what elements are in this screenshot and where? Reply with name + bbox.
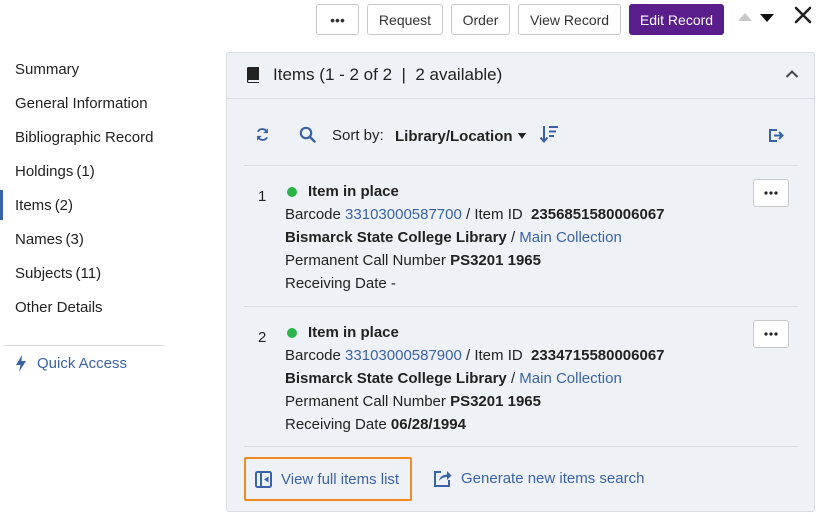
- previous-record-arrow-icon[interactable]: [738, 13, 752, 21]
- sidebar-item-other-details[interactable]: Other Details: [0, 290, 165, 324]
- generate-new-items-search-link[interactable]: Generate new items search: [433, 469, 644, 488]
- quick-access-label: Quick Access: [37, 355, 128, 372]
- list-item: 2 Item in place Barcode 33103000587900 /…: [227, 309, 814, 439]
- barcode-label: Barcode: [285, 347, 341, 364]
- sidebar-item-bibliographic-record[interactable]: Bibliographic Record: [0, 120, 165, 154]
- chevron-down-icon[interactable]: [518, 133, 526, 139]
- sidebar-item-label: Items: [15, 196, 52, 214]
- item-call-number-line: Permanent Call Number PS3201 1965: [285, 252, 541, 269]
- divider: [244, 446, 798, 447]
- sidebar-item-label: Summary: [15, 60, 80, 78]
- call-number-label: Permanent Call Number: [285, 393, 446, 410]
- item-id-label: / Item ID: [466, 347, 523, 364]
- item-receiving-line: Receiving Date -: [285, 275, 396, 292]
- location-link[interactable]: Main Collection: [519, 370, 622, 387]
- request-button[interactable]: Request: [367, 4, 443, 35]
- sidebar-item-subjects[interactable]: Subjects (11): [0, 256, 165, 290]
- items-toolbar: Sort by: Library/Location: [227, 113, 814, 157]
- barcode-link[interactable]: 33103000587700: [345, 206, 462, 223]
- item-barcode-line: Barcode 33103000587900 / Item ID 2334715…: [285, 347, 665, 364]
- sidebar-item-names[interactable]: Names (3): [0, 222, 165, 256]
- location-separator: /: [510, 370, 516, 387]
- view-record-button[interactable]: View Record: [518, 4, 621, 35]
- call-number-value: PS3201 1965: [450, 252, 541, 269]
- library-name: Bismarck State College Library: [285, 229, 507, 246]
- ellipsis-icon: [764, 332, 778, 336]
- sidebar-item-general-information[interactable]: General Information: [0, 86, 165, 120]
- divider: [244, 306, 798, 307]
- call-number-label: Permanent Call Number: [285, 252, 446, 269]
- section-nav: Summary General Information Bibliographi…: [0, 52, 165, 372]
- receiving-date-label: Receiving Date: [285, 416, 387, 433]
- generate-new-items-search-label: Generate new items search: [461, 470, 645, 487]
- item-call-number-line: Permanent Call Number PS3201 1965: [285, 393, 541, 410]
- record-toolbar: ••• Request Order View Record Edit Recor…: [0, 4, 824, 35]
- call-number-value: PS3201 1965: [450, 393, 541, 410]
- export-icon[interactable]: [768, 127, 784, 143]
- items-panel: Items (1 - 2 of 2 | 2 available) Sort by…: [226, 52, 815, 512]
- item-number: 2: [258, 329, 267, 346]
- quick-access-link[interactable]: Quick Access: [15, 355, 127, 372]
- sidebar-item-count: (1): [76, 162, 95, 180]
- sidebar-item-label: Subjects: [15, 264, 73, 282]
- item-id-value: 2356851580006067: [531, 206, 665, 223]
- chevron-up-icon[interactable]: [785, 69, 799, 79]
- location-separator: /: [510, 229, 516, 246]
- item-receiving-line: Receiving Date 06/28/1994: [285, 416, 466, 433]
- receiving-date-label: Receiving Date: [285, 275, 387, 292]
- item-location-line: Bismarck State College Library / Main Co…: [285, 229, 622, 246]
- items-panel-header: Items (1 - 2 of 2 | 2 available): [227, 53, 814, 99]
- edit-record-button[interactable]: Edit Record: [629, 4, 724, 35]
- sidebar-item-count: (3): [65, 230, 84, 248]
- status-dot-icon: [287, 187, 297, 197]
- barcode-link[interactable]: 33103000587900: [345, 347, 462, 364]
- item-status: Item in place: [308, 183, 399, 200]
- sidebar-item-summary[interactable]: Summary: [0, 52, 165, 86]
- list-item: 1 Item in place Barcode 33103000587700 /…: [227, 168, 814, 298]
- view-full-items-list-label: View full items list: [281, 470, 400, 488]
- barcode-label: Barcode: [285, 206, 341, 223]
- item-location-line: Bismarck State College Library / Main Co…: [285, 370, 622, 387]
- item-id-label: / Item ID: [466, 206, 523, 223]
- item-number: 1: [258, 188, 267, 205]
- sidebar-item-label: Bibliographic Record: [15, 128, 154, 146]
- library-name: Bismarck State College Library: [285, 370, 507, 387]
- open-list-icon: [255, 470, 272, 488]
- more-actions-button[interactable]: •••: [316, 4, 359, 35]
- receiving-date-value: 06/28/1994: [390, 416, 466, 433]
- refresh-icon[interactable]: [255, 127, 270, 142]
- sidebar-item-holdings[interactable]: Holdings (1): [0, 154, 165, 188]
- items-panel-title: Items (1 - 2 of 2 | 2 available): [273, 65, 503, 84]
- items-footer: View full items list Generate new items …: [227, 456, 814, 506]
- view-full-items-list-link[interactable]: View full items list: [244, 457, 412, 501]
- next-record-arrow-icon[interactable]: [760, 14, 774, 22]
- sidebar-item-label: General Information: [15, 94, 148, 112]
- sort-select[interactable]: Library/Location: [395, 128, 513, 145]
- sidebar-item-label: Names: [15, 230, 63, 248]
- item-actions-button[interactable]: [753, 179, 789, 207]
- sidebar-item-items[interactable]: Items (2): [0, 188, 165, 222]
- close-icon[interactable]: [792, 4, 814, 26]
- location-link[interactable]: Main Collection: [519, 229, 622, 246]
- search-icon[interactable]: [299, 126, 316, 143]
- item-status: Item in place: [308, 324, 399, 341]
- item-id-value: 2334715580006067: [531, 347, 665, 364]
- item-actions-button[interactable]: [753, 320, 789, 348]
- lightning-icon: [16, 355, 26, 372]
- share-icon: [434, 471, 452, 487]
- sidebar-item-count: (11): [75, 264, 102, 282]
- status-dot-icon: [287, 328, 297, 338]
- item-barcode-line: Barcode 33103000587700 / Item ID 2356851…: [285, 206, 665, 223]
- sort-label: Sort by:: [332, 127, 384, 144]
- sidebar-item-label: Other Details: [15, 298, 103, 316]
- sidebar-item-count: (2): [54, 196, 74, 214]
- sort-direction-icon[interactable]: [540, 125, 559, 143]
- book-icon: [247, 67, 259, 83]
- order-button[interactable]: Order: [451, 4, 510, 35]
- sidebar-item-label: Holdings: [15, 162, 74, 180]
- nav-divider: [4, 345, 164, 346]
- divider: [244, 165, 798, 166]
- receiving-date-value: -: [390, 275, 396, 292]
- ellipsis-icon: [764, 191, 778, 195]
